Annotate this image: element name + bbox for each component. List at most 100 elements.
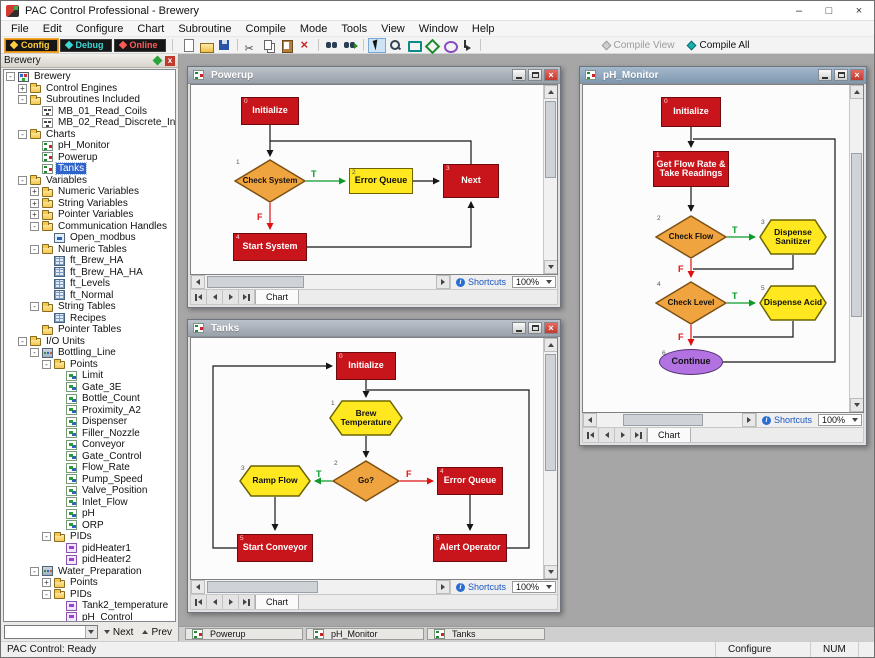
find-button[interactable] <box>323 38 341 53</box>
resize-grip[interactable] <box>858 642 874 657</box>
tree-item-control-engines[interactable]: +Control Engines <box>4 83 175 95</box>
scroll-thumb[interactable] <box>207 581 318 593</box>
transition-block-ramp-flow[interactable]: 3 Ramp Flow <box>239 465 311 497</box>
connection-tool-button[interactable] <box>458 38 476 53</box>
find-combo[interactable] <box>4 625 98 639</box>
scroll-thumb[interactable] <box>623 414 703 426</box>
tree-item-ft-brew-ha-ha[interactable]: ft_Brew_HA_HA <box>4 267 175 279</box>
tree-item-recipes[interactable]: Recipes <box>4 313 175 325</box>
collapse-toggle-icon[interactable]: - <box>18 337 27 346</box>
shortcuts-link[interactable]: iShortcuts <box>450 580 511 594</box>
taskbar-button-powerup[interactable]: Powerup <box>185 628 303 640</box>
tree-item-proximity-a2[interactable]: Proximity_A2 <box>4 405 175 417</box>
menu-item-chart[interactable]: Chart <box>130 22 171 36</box>
scroll-up-button[interactable] <box>544 338 558 352</box>
tree-item-gate-3e[interactable]: Gate_3E <box>4 382 175 394</box>
prev-sheet-button[interactable] <box>207 290 223 304</box>
ph-monitor-chart-canvas[interactable]: T F T F 0 Initialize 1 Get Flow Rate & T… <box>583 85 849 412</box>
tree-item-variables[interactable]: -Variables <box>4 175 175 187</box>
zoom-select[interactable]: 100% <box>512 276 556 288</box>
maximize-button[interactable]: □ <box>814 1 844 20</box>
transition-block-brew-temperature[interactable]: 1 Brew Temperature <box>329 400 403 436</box>
vertical-scrollbar[interactable] <box>543 85 557 274</box>
tree-item-tanks[interactable]: Tanks <box>4 163 175 175</box>
tree-item-pointer-tables[interactable]: Pointer Tables <box>4 324 175 336</box>
collapse-toggle-icon[interactable]: - <box>42 360 51 369</box>
tree-item-brewery[interactable]: -Brewery <box>4 71 175 83</box>
action-block-initialize[interactable]: 0 Initialize <box>336 352 396 380</box>
scroll-left-button[interactable] <box>191 275 205 289</box>
first-sheet-button[interactable] <box>583 428 599 442</box>
window-close-button[interactable]: × <box>544 69 558 81</box>
zoom-tool-button[interactable] <box>386 38 404 53</box>
tree-item-ft-normal[interactable]: ft_Normal <box>4 290 175 302</box>
tree-item-communication-handles[interactable]: -Communication Handles <box>4 221 175 233</box>
tree-item-mb-01-read-coils[interactable]: MB_01_Read_Coils <box>4 106 175 118</box>
delete-button[interactable] <box>296 38 314 53</box>
tree-item-gate-control[interactable]: Gate_Control <box>4 451 175 463</box>
tree-item-open-modbus[interactable]: Open_modbus <box>4 232 175 244</box>
chart-tab[interactable]: Chart <box>647 428 691 442</box>
open-button[interactable] <box>197 38 215 53</box>
collapse-toggle-icon[interactable]: - <box>30 245 39 254</box>
scroll-left-button[interactable] <box>583 413 597 427</box>
tree-item-valve-position[interactable]: Valve_Position <box>4 485 175 497</box>
scroll-thumb[interactable] <box>851 153 862 317</box>
menu-item-subroutine[interactable]: Subroutine <box>171 22 238 36</box>
condition-block-go[interactable]: 2 Go? <box>332 460 400 502</box>
minimize-button[interactable]: – <box>784 1 814 20</box>
tree-item-bottle-count[interactable]: Bottle_Count <box>4 393 175 405</box>
action-block-initialize[interactable]: 0 Initialize <box>661 97 721 127</box>
scroll-down-button[interactable] <box>850 398 864 412</box>
powerup-chart-canvas[interactable]: T F 0 Initialize 1 Check System 2 Err <box>191 85 543 274</box>
expand-toggle-icon[interactable]: + <box>30 210 39 219</box>
first-sheet-button[interactable] <box>191 290 207 304</box>
combo-dropdown-icon[interactable] <box>85 626 97 638</box>
scroll-right-button[interactable] <box>742 413 756 427</box>
tree-item-pidheater2[interactable]: pidHeater2 <box>4 554 175 566</box>
action-block-error-queue[interactable]: 4 Error Queue <box>437 467 503 495</box>
collapse-toggle-icon[interactable]: - <box>18 95 27 104</box>
tree-item-dispenser[interactable]: Dispenser <box>4 416 175 428</box>
tree-item-charts[interactable]: -Charts <box>4 129 175 141</box>
scroll-up-button[interactable] <box>850 85 864 99</box>
zoom-select[interactable]: 100% <box>512 581 556 593</box>
online-mode-button[interactable]: Online <box>114 39 166 52</box>
window-close-button[interactable]: × <box>850 69 864 81</box>
menu-item-compile[interactable]: Compile <box>239 22 293 36</box>
tanks-chart-canvas[interactable]: T F 0 Initialize 1 Brew Temperature <box>191 338 543 579</box>
tree-item-pointer-variables[interactable]: +Pointer Variables <box>4 209 175 221</box>
taskbar-button-tanks[interactable]: Tanks <box>427 628 545 640</box>
collapse-toggle-icon[interactable]: - <box>42 532 51 541</box>
window-maximize-button[interactable] <box>834 69 848 81</box>
transition-block-dispense-sanitizer[interactable]: 3 Dispense Sanitizer <box>759 219 827 255</box>
menu-item-edit[interactable]: Edit <box>36 22 69 36</box>
tree-item-ph-monitor[interactable]: pH_Monitor <box>4 140 175 152</box>
panel-close-button[interactable]: x <box>165 56 175 66</box>
tree-item-string-variables[interactable]: +String Variables <box>4 198 175 210</box>
chart-window-powerup[interactable]: Powerup × T F <box>187 66 561 308</box>
collapse-toggle-icon[interactable]: - <box>30 222 39 231</box>
chart-tab[interactable]: Chart <box>255 290 299 304</box>
prev-sheet-button[interactable] <box>207 595 223 609</box>
save-button[interactable] <box>215 38 233 53</box>
expand-toggle-icon[interactable]: + <box>30 199 39 208</box>
tree-item-pidheater1[interactable]: pidHeater1 <box>4 543 175 555</box>
tree-item-orp[interactable]: ORP <box>4 520 175 532</box>
window-close-button[interactable]: × <box>544 322 558 334</box>
tree-item-i-o-units[interactable]: -I/O Units <box>4 336 175 348</box>
tree-item-ph-control[interactable]: pH_Control <box>4 612 175 623</box>
scroll-up-button[interactable] <box>544 85 558 99</box>
vertical-scrollbar[interactable] <box>543 338 557 579</box>
collapse-toggle-icon[interactable]: - <box>30 348 39 357</box>
scroll-right-button[interactable] <box>436 580 450 594</box>
window-minimize-button[interactable] <box>512 322 526 334</box>
collapse-toggle-icon[interactable]: - <box>30 302 39 311</box>
zoom-select[interactable]: 100% <box>818 414 862 426</box>
condition-block-tool-button[interactable] <box>422 38 440 53</box>
tree-item-pids[interactable]: -PIDs <box>4 531 175 543</box>
window-maximize-button[interactable] <box>528 69 542 81</box>
window-maximize-button[interactable] <box>528 322 542 334</box>
tree-item-pump-speed[interactable]: Pump_Speed <box>4 474 175 486</box>
expand-toggle-icon[interactable]: + <box>18 84 27 93</box>
